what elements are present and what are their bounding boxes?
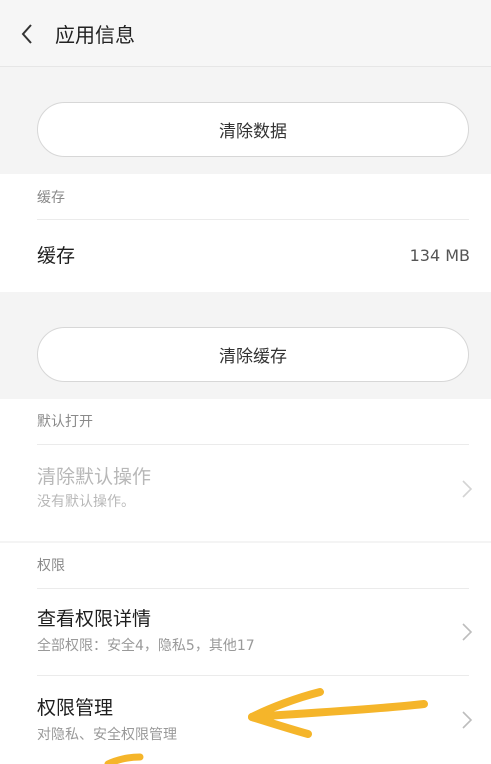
permissions-section-title: 权限 (37, 558, 65, 574)
app-info-screen: 应用信息 清除数据 缓存 缓存 134 MB 清除缓存 默认打开 清除默认操作 … (0, 0, 491, 764)
cache-size-value: 134 MB (409, 246, 470, 265)
clear-data-button[interactable]: 清除数据 (37, 102, 469, 157)
view-permission-details-subtitle: 全部权限：安全4，隐私5，其他17 (37, 638, 255, 654)
clear-defaults-subtitle: 没有默认操作。 (37, 494, 135, 510)
permissions-section: 权限 查看权限详情 全部权限：安全4，隐私5，其他17 权限管理 对隐私、安全权… (0, 543, 491, 764)
view-permission-details-item[interactable]: 查看权限详情 全部权限：安全4，隐私5，其他17 (0, 589, 491, 675)
divider (37, 219, 469, 220)
view-permission-details-title: 查看权限详情 (37, 608, 152, 630)
page-title: 应用信息 (55, 23, 135, 47)
default-open-section: 默认打开 清除默认操作 没有默认操作。 (0, 399, 491, 541)
chevron-right-icon (462, 480, 473, 498)
chevron-right-icon (462, 623, 473, 641)
clear-defaults-title: 清除默认操作 (37, 466, 152, 488)
permission-management-subtitle: 对隐私、安全权限管理 (37, 727, 177, 743)
clear-defaults-item[interactable]: 清除默认操作 没有默认操作。 (0, 445, 491, 541)
title-bar: 应用信息 (0, 0, 491, 67)
permission-management-title: 权限管理 (37, 697, 114, 719)
back-button[interactable] (14, 19, 44, 49)
chevron-right-icon (462, 711, 473, 729)
clear-cache-button[interactable]: 清除缓存 (37, 327, 469, 382)
chevron-left-icon (21, 24, 32, 44)
cache-row-label: 缓存 (37, 245, 76, 267)
cache-section: 缓存 缓存 134 MB (0, 174, 491, 292)
cache-section-title: 缓存 (37, 190, 65, 206)
default-open-section-title: 默认打开 (37, 414, 93, 430)
permission-management-item[interactable]: 权限管理 对隐私、安全权限管理 (0, 676, 491, 764)
